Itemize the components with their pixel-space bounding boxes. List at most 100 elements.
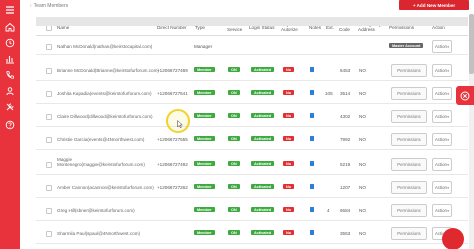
row-divider [36, 54, 468, 55]
action-select[interactable]: Action▾ [432, 40, 452, 53]
notes-icon[interactable] [310, 113, 314, 118]
side-panel-toggle-button[interactable] [456, 86, 474, 105]
notes-icon[interactable] [310, 161, 314, 166]
row-checkbox[interactable] [46, 231, 52, 237]
type-badge: Member [194, 230, 215, 235]
notes-icon[interactable] [310, 67, 314, 72]
permissions-button[interactable]: Permissions [391, 110, 427, 123]
menu-icon[interactable] [5, 5, 15, 15]
home-icon[interactable] [5, 22, 15, 32]
row-checkbox[interactable] [46, 91, 52, 97]
sms-badge: ON [228, 230, 240, 235]
login-status-badge: Activated [251, 184, 275, 189]
action-label: Action [435, 185, 447, 190]
permissions-button[interactable]: Permissions [391, 87, 427, 100]
login-status-badge: Activated [251, 161, 275, 166]
payment-badge: No [283, 207, 295, 212]
chevron-down-icon: ▾ [447, 163, 449, 167]
payment-badge: No [283, 136, 295, 141]
permissions-button[interactable]: Permissions [391, 227, 427, 240]
permissions-button[interactable]: Permissions [391, 181, 427, 194]
emergency-address: NO [359, 91, 366, 96]
action-select[interactable]: Action▾ [432, 133, 452, 146]
notes-icon[interactable] [310, 184, 314, 189]
sms-badge: ON [228, 161, 240, 166]
notes-icon[interactable] [310, 207, 314, 212]
tools-icon[interactable] [5, 102, 15, 112]
row-checkbox[interactable] [46, 137, 52, 143]
chevron-down-icon: ▾ [447, 115, 449, 119]
sms-badge: ON [228, 67, 240, 72]
action-select[interactable]: Action▾ [432, 181, 452, 194]
type-badge: Member [194, 90, 215, 95]
scrollbar-thumb[interactable] [469, 14, 474, 74]
row-divider [36, 126, 468, 127]
permissions-button[interactable]: Permissions [391, 158, 427, 171]
page-title: Team Members [33, 3, 69, 9]
chevron-down-icon: ▾ [447, 45, 449, 49]
direct-number: +12066727262 [157, 185, 188, 190]
mouse-pointer-icon [177, 120, 183, 128]
sms-badge: ON [228, 207, 240, 212]
member-name: Maggie Montenegro(maggie@keirstofurforum… [57, 157, 145, 168]
chat-launcher-button[interactable] [442, 228, 464, 249]
back-icon[interactable]: ‹ [30, 3, 32, 9]
action-label: Action [435, 68, 447, 73]
action-label: Action [435, 208, 447, 213]
pass-code: 6453 [340, 68, 351, 73]
contacts-icon[interactable] [5, 86, 15, 96]
payment-badge: No [283, 230, 295, 235]
member-name: Sharmila Paul(spaul@4Nnorthwest.com) [57, 231, 141, 236]
permissions-button[interactable]: Permissions [391, 133, 427, 146]
row-checkbox[interactable] [46, 208, 52, 214]
action-select[interactable]: Action▾ [432, 87, 452, 100]
row-checkbox[interactable] [46, 185, 52, 191]
row-checkbox[interactable] [46, 44, 52, 50]
payment-badge: No [283, 67, 295, 72]
notes-icon[interactable] [310, 230, 314, 235]
member-name: Joshita Kapadia(events@keirstofurforum.c… [57, 91, 152, 96]
login-status-badge: Activated [251, 113, 275, 118]
type-badge: Member [194, 113, 215, 118]
table-row: Sharmila Paul(spaul@4Nnorthwest.com) Mem… [36, 25, 468, 244]
emergency-address: NO [359, 162, 366, 167]
scrollbar[interactable] [469, 14, 474, 249]
pass-code: 6684 [340, 208, 351, 213]
login-status-badge: Activated [251, 67, 275, 72]
action-label: Action [435, 114, 447, 119]
notes-icon[interactable] [310, 136, 314, 141]
help-icon[interactable] [5, 120, 15, 130]
row-divider [36, 197, 468, 198]
action-select[interactable]: Action▾ [432, 64, 452, 77]
action-label: Action [435, 91, 447, 96]
pass-code: 3514 [340, 91, 351, 96]
chart-icon[interactable] [5, 54, 15, 64]
sms-badge: ON [228, 113, 240, 118]
row-divider [36, 103, 468, 104]
action-select[interactable]: Action▾ [432, 158, 452, 171]
chevron-down-icon: ▾ [447, 186, 449, 190]
action-select[interactable]: Action▾ [432, 204, 452, 217]
emergency-address: NO [359, 68, 366, 73]
type-badge: Member [194, 67, 215, 72]
row-checkbox[interactable] [46, 114, 52, 120]
phone-icon[interactable] [5, 70, 15, 80]
row-checkbox[interactable] [46, 162, 52, 168]
payment-badge: No [283, 113, 295, 118]
chevron-down-icon: ▾ [447, 209, 449, 213]
action-select[interactable]: Action▾ [432, 110, 452, 123]
notes-icon[interactable] [310, 90, 314, 95]
member-name: Nathan McDonald(nathan@keirstocapital.co… [57, 44, 153, 49]
emergency-address: NO [359, 231, 366, 236]
row-divider [36, 149, 468, 150]
member-name: Claire Dillwood(dillwood@keirstofurforum… [57, 114, 153, 119]
permissions-button[interactable]: Permissions [391, 64, 427, 77]
row-checkbox[interactable] [46, 68, 52, 74]
breadcrumb: ‹ Team Members [30, 3, 68, 9]
add-new-member-button[interactable]: + Add New Member [399, 0, 469, 10]
action-label: Action [435, 44, 447, 49]
clock-icon[interactable] [5, 38, 15, 48]
emergency-address: NO [359, 208, 366, 213]
permissions-button[interactable]: Permissions [391, 204, 427, 217]
type-badge: Member [194, 136, 215, 141]
